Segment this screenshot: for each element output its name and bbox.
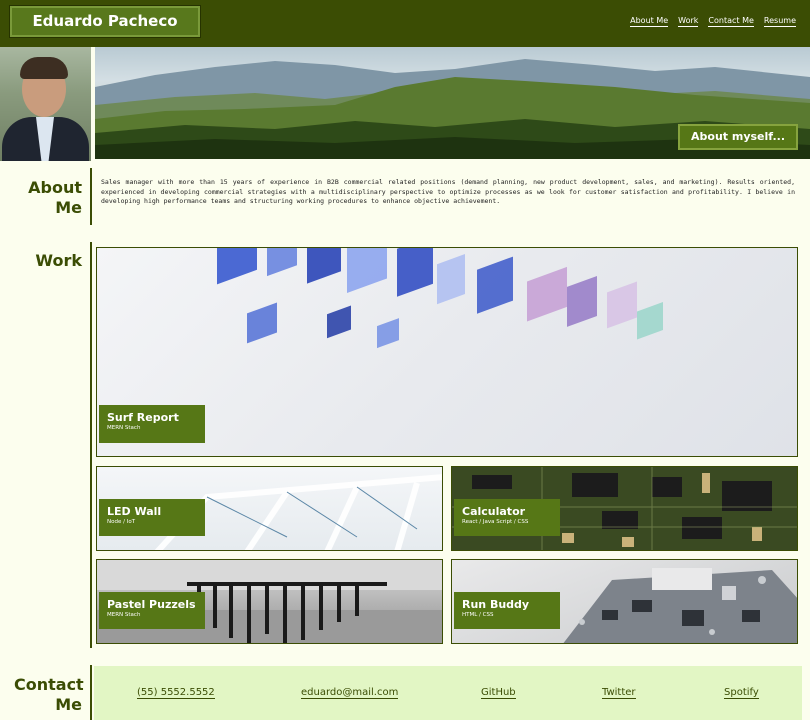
run-buddy-label: Run Buddy HTML / CSS — [454, 592, 560, 629]
surf-report-label: Surf Report MERN Stach — [99, 405, 205, 443]
contact-divider — [90, 665, 92, 720]
contact-phone-link[interactable]: (55) 5552.5552 — [137, 687, 215, 699]
contact-github-link[interactable]: GitHub — [481, 687, 516, 699]
project-title: Pastel Puzzels — [107, 598, 196, 611]
project-stack: Node / IoT — [107, 519, 136, 525]
nav-about-me[interactable]: About Me — [630, 16, 669, 27]
site-header: Eduardo Pacheco About Me Work Contact Me… — [0, 0, 810, 47]
nav-work[interactable]: Work — [678, 16, 699, 27]
project-title: Calculator — [462, 505, 526, 518]
project-card-led-wall[interactable]: LED Wall Node / IoT — [96, 466, 443, 551]
project-stack: MERN Stach — [107, 612, 141, 618]
contact-email-link[interactable]: eduardo@mail.com — [301, 687, 399, 699]
project-stack: React / Java Script / CSS — [462, 519, 529, 525]
profile-photo — [0, 47, 91, 161]
project-title: Run Buddy — [462, 598, 530, 611]
project-card-run-buddy[interactable]: Run Buddy HTML / CSS — [451, 559, 798, 644]
brand-logo[interactable]: Eduardo Pacheco — [9, 5, 201, 38]
about-section-title: About Me — [28, 178, 82, 217]
project-stack: MERN Stach — [107, 425, 141, 431]
contact-twitter-link[interactable]: Twitter — [602, 687, 636, 699]
nav-resume[interactable]: Resume — [763, 16, 796, 27]
project-title: Surf Report — [107, 411, 179, 424]
project-card-calculator[interactable]: Calculator React / Java Script / CSS — [451, 466, 798, 551]
about-myself-button[interactable]: About myself... — [678, 124, 798, 150]
contact-bar: (55) 5552.5552 eduardo@mail.com GitHub T… — [94, 666, 802, 720]
project-card-surf-report[interactable]: Surf Report MERN Stach — [96, 247, 798, 457]
pastel-puzzels-label: Pastel Puzzels MERN Stach — [99, 592, 205, 629]
led-wall-label: LED Wall Node / IoT — [99, 499, 205, 536]
nav-contact-me[interactable]: Contact Me — [708, 16, 754, 27]
calculator-label: Calculator React / Java Script / CSS — [454, 499, 560, 536]
work-section-title: Work — [35, 251, 82, 270]
profile-hair — [20, 57, 68, 79]
project-title: LED Wall — [107, 505, 162, 518]
project-stack: HTML / CSS — [462, 612, 494, 618]
contact-spotify-link[interactable]: Spotify — [724, 687, 759, 699]
about-text: Sales manager with more than 15 years of… — [101, 178, 795, 205]
hero-banner: About myself... — [95, 47, 810, 159]
project-card-pastel-puzzels[interactable]: Pastel Puzzels MERN Stach — [96, 559, 443, 644]
work-divider — [90, 242, 92, 648]
contact-section-title: Contact Me — [14, 675, 84, 714]
about-divider — [90, 168, 92, 225]
main-nav: About Me Work Contact Me Resume — [630, 16, 796, 27]
